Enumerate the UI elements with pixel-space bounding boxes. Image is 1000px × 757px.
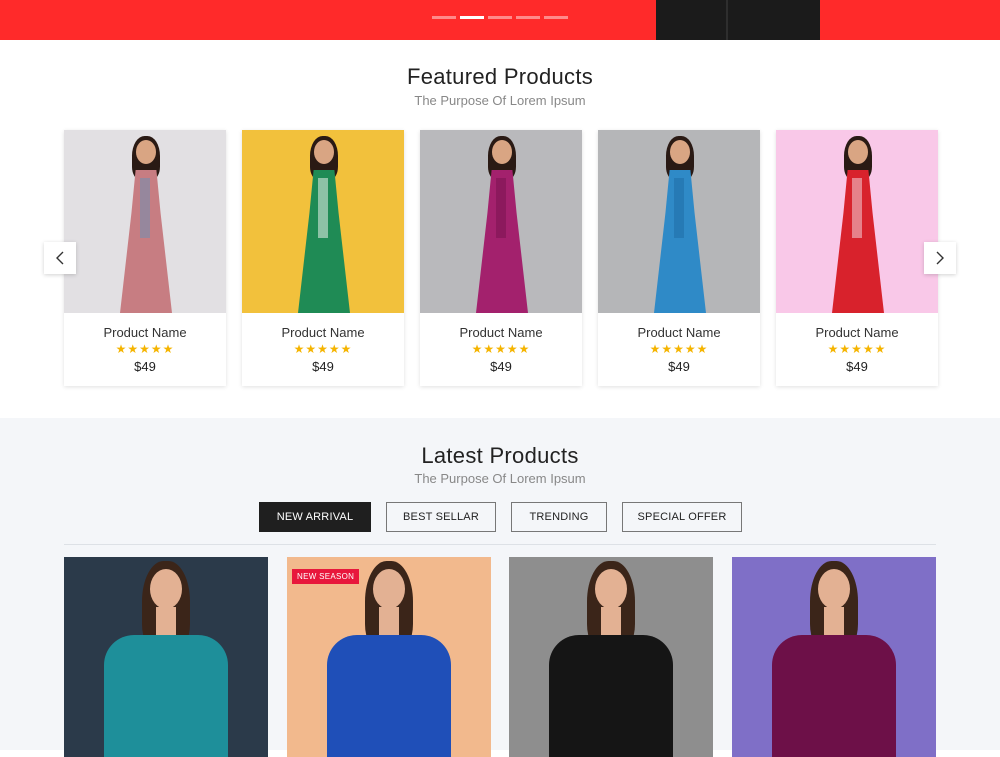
slider-dots (432, 16, 568, 19)
product-image (776, 130, 938, 313)
slider-dot-4[interactable] (516, 16, 540, 19)
product-image (64, 557, 268, 757)
product-image (732, 557, 936, 757)
star-rating: ★★★★★ (293, 342, 353, 356)
carousel-next-button[interactable] (924, 242, 956, 274)
product-price: $49 (134, 359, 156, 374)
product-name[interactable]: Product Name (598, 325, 760, 340)
latest-product-card[interactable] (732, 557, 936, 757)
tab-special-offer[interactable]: SPECIAL OFFER (622, 502, 742, 532)
product-image (287, 557, 491, 757)
chevron-right-icon (936, 251, 944, 265)
slider-dot-3[interactable] (488, 16, 512, 19)
star-rating: ★★★★★ (115, 342, 175, 356)
product-card[interactable]: Product Name ★★★★★ $49 (64, 130, 226, 386)
product-price: $49 (490, 359, 512, 374)
star-rating: ★★★★★ (649, 342, 709, 356)
star-rating: ★★★★★ (471, 342, 531, 356)
slider-dot-5[interactable] (544, 16, 568, 19)
product-card[interactable]: Product Name ★★★★★ $49 (242, 130, 404, 386)
latest-product-card[interactable] (509, 557, 713, 757)
slider-dot-2[interactable] (460, 16, 484, 19)
chevron-left-icon (56, 251, 64, 265)
product-image (242, 130, 404, 313)
tab-trending[interactable]: TRENDING (511, 502, 607, 532)
product-name[interactable]: Product Name (64, 325, 226, 340)
tab-best-sellar[interactable]: BEST SELLAR (386, 502, 496, 532)
product-filter-tabs: NEW ARRIVAL BEST SELLAR TRENDING SPECIAL… (259, 502, 742, 532)
product-image (64, 130, 226, 313)
product-card[interactable]: Product Name ★★★★★ $49 (776, 130, 938, 386)
featured-products-section: Featured Products The Purpose Of Lorem I… (0, 40, 1000, 418)
featured-subtitle: The Purpose Of Lorem Ipsum (414, 93, 586, 108)
product-price: $49 (846, 359, 868, 374)
new-season-badge: NEW SEASON (292, 569, 360, 584)
latest-subtitle: The Purpose Of Lorem Ipsum (414, 471, 586, 486)
product-name[interactable]: Product Name (776, 325, 938, 340)
featured-title: Featured Products (406, 64, 594, 89)
product-price: $49 (312, 359, 334, 374)
product-card[interactable]: Product Name ★★★★★ $49 (598, 130, 760, 386)
product-name[interactable]: Product Name (242, 325, 404, 340)
hero-model-image (656, 0, 820, 40)
latest-product-card[interactable]: NEW SEASON (287, 557, 491, 757)
product-image (598, 130, 760, 313)
product-card[interactable]: Product Name ★★★★★ $49 (420, 130, 582, 386)
product-image (509, 557, 713, 757)
star-rating: ★★★★★ (827, 342, 887, 356)
product-image (420, 130, 582, 313)
latest-title: Latest Products (421, 443, 579, 468)
tabs-divider (64, 544, 936, 545)
hero-banner (0, 0, 1000, 40)
product-price: $49 (668, 359, 690, 374)
latest-product-card[interactable] (64, 557, 268, 757)
product-name[interactable]: Product Name (420, 325, 582, 340)
carousel-prev-button[interactable] (44, 242, 76, 274)
latest-products-section: Latest Products The Purpose Of Lorem Ips… (0, 418, 1000, 757)
tab-new-arrival[interactable]: NEW ARRIVAL (259, 502, 371, 532)
slider-dot-1[interactable] (432, 16, 456, 19)
